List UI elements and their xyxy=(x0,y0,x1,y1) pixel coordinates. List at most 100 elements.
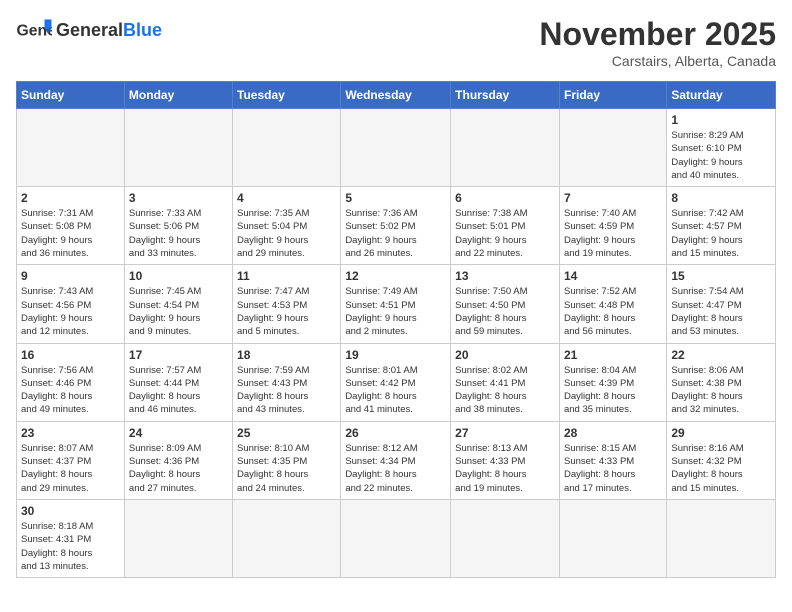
day-info: Sunrise: 8:29 AM Sunset: 6:10 PM Dayligh… xyxy=(671,129,771,182)
day-number: 17 xyxy=(129,348,228,362)
week-row-4: 16Sunrise: 7:56 AM Sunset: 4:46 PM Dayli… xyxy=(17,343,776,421)
calendar-cell: 25Sunrise: 8:10 AM Sunset: 4:35 PM Dayli… xyxy=(233,421,341,499)
weekday-header-saturday: Saturday xyxy=(667,82,776,109)
weekday-header-tuesday: Tuesday xyxy=(233,82,341,109)
day-info: Sunrise: 8:18 AM Sunset: 4:31 PM Dayligh… xyxy=(21,520,120,573)
day-info: Sunrise: 7:52 AM Sunset: 4:48 PM Dayligh… xyxy=(564,285,662,338)
calendar-cell: 30Sunrise: 8:18 AM Sunset: 4:31 PM Dayli… xyxy=(17,499,125,577)
day-info: Sunrise: 8:04 AM Sunset: 4:39 PM Dayligh… xyxy=(564,364,662,417)
day-info: Sunrise: 7:43 AM Sunset: 4:56 PM Dayligh… xyxy=(21,285,120,338)
weekday-header-sunday: Sunday xyxy=(17,82,125,109)
calendar: SundayMondayTuesdayWednesdayThursdayFrid… xyxy=(16,81,776,578)
week-row-2: 2 Sunrise: 7:31 AM Sunset: 5:08 PM Daylig… xyxy=(17,187,776,265)
day-info: Sunrise: 7:42 AM Sunset: 4:57 PM Dayligh… xyxy=(671,207,771,260)
day-info: Sunrise: 8:01 AM Sunset: 4:42 PM Dayligh… xyxy=(345,364,446,417)
calendar-cell xyxy=(17,109,125,187)
week-row-6: 30Sunrise: 8:18 AM Sunset: 4:31 PM Dayli… xyxy=(17,499,776,577)
calendar-cell xyxy=(124,109,232,187)
day-number: 18 xyxy=(237,348,336,362)
calendar-cell: 7 Sunrise: 7:40 AM Sunset: 4:59 PM Daylig… xyxy=(559,187,666,265)
calendar-cell: 18 Sunrise: 7:59 AM Sunset: 4:43 PM Dayli… xyxy=(233,343,341,421)
header: General GeneralBlue November 2025 Carsta… xyxy=(16,16,776,69)
day-number: 10 xyxy=(129,269,228,283)
day-info: Sunrise: 7:49 AM Sunset: 4:51 PM Dayligh… xyxy=(345,285,446,338)
day-number: 24 xyxy=(129,426,228,440)
calendar-cell: 29 Sunrise: 8:16 AM Sunset: 4:32 PM Dayli… xyxy=(667,421,776,499)
day-info: Sunrise: 8:06 AM Sunset: 4:38 PM Dayligh… xyxy=(671,364,771,417)
title-area: November 2025 Carstairs, Alberta, Canada xyxy=(539,16,776,69)
month-title: November 2025 xyxy=(539,16,776,53)
day-number: 26 xyxy=(345,426,446,440)
day-info: Sunrise: 7:31 AM Sunset: 5:08 PM Dayligh… xyxy=(21,207,120,260)
day-number: 11 xyxy=(237,269,336,283)
day-info: Sunrise: 8:12 AM Sunset: 4:34 PM Dayligh… xyxy=(345,442,446,495)
calendar-cell xyxy=(341,109,451,187)
calendar-cell: 6 Sunrise: 7:38 AM Sunset: 5:01 PM Daylig… xyxy=(451,187,560,265)
week-row-5: 23 Sunrise: 8:07 AM Sunset: 4:37 PM Dayli… xyxy=(17,421,776,499)
calendar-cell: 20Sunrise: 8:02 AM Sunset: 4:41 PM Dayli… xyxy=(451,343,560,421)
day-info: Sunrise: 8:07 AM Sunset: 4:37 PM Dayligh… xyxy=(21,442,120,495)
calendar-cell: 28 Sunrise: 8:15 AM Sunset: 4:33 PM Dayli… xyxy=(559,421,666,499)
day-number: 14 xyxy=(564,269,662,283)
day-info: Sunrise: 7:45 AM Sunset: 4:54 PM Dayligh… xyxy=(129,285,228,338)
calendar-cell xyxy=(233,499,341,577)
day-info: Sunrise: 7:35 AM Sunset: 5:04 PM Dayligh… xyxy=(237,207,336,260)
calendar-cell: 4Sunrise: 7:35 AM Sunset: 5:04 PM Daylig… xyxy=(233,187,341,265)
day-number: 23 xyxy=(21,426,120,440)
calendar-cell: 17 Sunrise: 7:57 AM Sunset: 4:44 PM Dayli… xyxy=(124,343,232,421)
logo-blue: Blue xyxy=(123,20,162,40)
day-number: 29 xyxy=(671,426,771,440)
day-number: 1 xyxy=(671,113,771,127)
day-number: 16 xyxy=(21,348,120,362)
day-info: Sunrise: 8:10 AM Sunset: 4:35 PM Dayligh… xyxy=(237,442,336,495)
day-number: 9 xyxy=(21,269,120,283)
day-number: 7 xyxy=(564,191,662,205)
weekday-header-thursday: Thursday xyxy=(451,82,560,109)
calendar-cell: 10 Sunrise: 7:45 AM Sunset: 4:54 PM Dayli… xyxy=(124,265,232,343)
day-info: Sunrise: 7:50 AM Sunset: 4:50 PM Dayligh… xyxy=(455,285,555,338)
day-info: Sunrise: 8:16 AM Sunset: 4:32 PM Dayligh… xyxy=(671,442,771,495)
calendar-cell: 23 Sunrise: 8:07 AM Sunset: 4:37 PM Dayli… xyxy=(17,421,125,499)
day-number: 5 xyxy=(345,191,446,205)
day-number: 28 xyxy=(564,426,662,440)
calendar-cell: 8Sunrise: 7:42 AM Sunset: 4:57 PM Daylig… xyxy=(667,187,776,265)
calendar-cell: 15Sunrise: 7:54 AM Sunset: 4:47 PM Dayli… xyxy=(667,265,776,343)
calendar-cell: 2 Sunrise: 7:31 AM Sunset: 5:08 PM Daylig… xyxy=(17,187,125,265)
day-info: Sunrise: 7:40 AM Sunset: 4:59 PM Dayligh… xyxy=(564,207,662,260)
day-info: Sunrise: 8:09 AM Sunset: 4:36 PM Dayligh… xyxy=(129,442,228,495)
day-info: Sunrise: 7:33 AM Sunset: 5:06 PM Dayligh… xyxy=(129,207,228,260)
calendar-cell xyxy=(124,499,232,577)
calendar-cell: 16Sunrise: 7:56 AM Sunset: 4:46 PM Dayli… xyxy=(17,343,125,421)
calendar-cell: 22Sunrise: 8:06 AM Sunset: 4:38 PM Dayli… xyxy=(667,343,776,421)
logo: General GeneralBlue xyxy=(16,16,162,44)
logo-icon: General xyxy=(16,16,52,44)
day-number: 12 xyxy=(345,269,446,283)
day-info: Sunrise: 7:57 AM Sunset: 4:44 PM Dayligh… xyxy=(129,364,228,417)
calendar-cell: 14 Sunrise: 7:52 AM Sunset: 4:48 PM Dayli… xyxy=(559,265,666,343)
calendar-cell: 12 Sunrise: 7:49 AM Sunset: 4:51 PM Dayli… xyxy=(341,265,451,343)
calendar-cell xyxy=(451,499,560,577)
calendar-cell: 21 Sunrise: 8:04 AM Sunset: 4:39 PM Dayli… xyxy=(559,343,666,421)
calendar-cell xyxy=(341,499,451,577)
day-info: Sunrise: 7:47 AM Sunset: 4:53 PM Dayligh… xyxy=(237,285,336,338)
day-number: 13 xyxy=(455,269,555,283)
weekday-header-friday: Friday xyxy=(559,82,666,109)
location-title: Carstairs, Alberta, Canada xyxy=(539,53,776,69)
day-number: 6 xyxy=(455,191,555,205)
day-info: Sunrise: 8:15 AM Sunset: 4:33 PM Dayligh… xyxy=(564,442,662,495)
calendar-cell: 27Sunrise: 8:13 AM Sunset: 4:33 PM Dayli… xyxy=(451,421,560,499)
day-info: Sunrise: 7:54 AM Sunset: 4:47 PM Dayligh… xyxy=(671,285,771,338)
day-info: Sunrise: 7:38 AM Sunset: 5:01 PM Dayligh… xyxy=(455,207,555,260)
weekday-header-monday: Monday xyxy=(124,82,232,109)
calendar-cell xyxy=(559,109,666,187)
day-info: Sunrise: 7:59 AM Sunset: 4:43 PM Dayligh… xyxy=(237,364,336,417)
weekday-header-row: SundayMondayTuesdayWednesdayThursdayFrid… xyxy=(17,82,776,109)
calendar-cell: 9 Sunrise: 7:43 AM Sunset: 4:56 PM Daylig… xyxy=(17,265,125,343)
day-number: 21 xyxy=(564,348,662,362)
calendar-cell: 3Sunrise: 7:33 AM Sunset: 5:06 PM Daylig… xyxy=(124,187,232,265)
day-number: 20 xyxy=(455,348,555,362)
day-number: 19 xyxy=(345,348,446,362)
calendar-cell xyxy=(559,499,666,577)
day-number: 2 xyxy=(21,191,120,205)
calendar-cell: 1 Sunrise: 8:29 AM Sunset: 6:10 PM Daylig… xyxy=(667,109,776,187)
